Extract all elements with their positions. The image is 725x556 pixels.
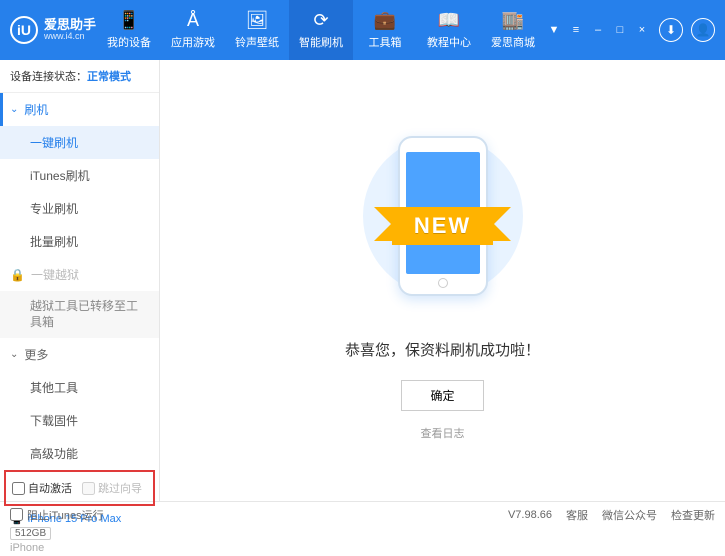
- minimize-icon[interactable]: –: [589, 21, 607, 39]
- sidebar-item-jailbreak: 🔒 一键越狱: [0, 258, 159, 291]
- lock-icon: 🔒: [10, 268, 25, 282]
- footer-link-update[interactable]: 检查更新: [671, 507, 715, 523]
- close-icon[interactable]: ×: [633, 21, 651, 39]
- apps-icon: Å: [187, 10, 199, 31]
- nav-tutorials[interactable]: 📖教程中心: [417, 0, 481, 60]
- chevron-down-icon: ⌄: [10, 104, 18, 115]
- app-header: iU 爱思助手 www.i4.cn 📱我的设备 Å应用游戏 🖼铃声壁纸 ⟳智能刷…: [0, 0, 725, 60]
- highlighted-options: 自动激活 跳过向导: [4, 470, 155, 506]
- section-more[interactable]: ⌄ 更多: [0, 338, 159, 371]
- nav-store[interactable]: 🏬爱思商城: [481, 0, 545, 60]
- book-icon: 📖: [438, 10, 460, 31]
- wallpaper-icon: 🖼: [246, 10, 269, 31]
- section-flash[interactable]: ⌄ 刷机: [0, 93, 159, 126]
- phone-icon: 📱: [118, 10, 140, 31]
- view-log-link[interactable]: 查看日志: [421, 425, 465, 441]
- sidebar: 设备连接状态：正常模式 ⌄ 刷机 一键刷机 iTunes刷机 专业刷机 批量刷机…: [0, 60, 160, 501]
- app-title: 爱思助手: [44, 18, 96, 32]
- user-icon[interactable]: 👤: [691, 18, 715, 42]
- sidebar-jailbreak-note: 越狱工具已转移至工具箱: [0, 291, 159, 338]
- sidebar-item-other-tools[interactable]: 其他工具: [0, 371, 159, 404]
- success-message: 恭喜您，保资料刷机成功啦！: [345, 339, 540, 360]
- window-controls: ▼ ≡ – □ × ⬇ 👤: [545, 18, 715, 42]
- device-status: 设备连接状态：正常模式: [0, 60, 159, 93]
- flash-icon: ⟳: [313, 10, 328, 31]
- chevron-down-icon: ⌄: [10, 349, 18, 360]
- toolbox-icon: 💼: [374, 10, 396, 31]
- app-url: www.i4.cn: [44, 32, 96, 42]
- footer-link-wechat[interactable]: 微信公众号: [602, 507, 657, 523]
- menu-icon[interactable]: ≡: [567, 21, 585, 39]
- logo: iU 爱思助手 www.i4.cn: [10, 16, 97, 44]
- sidebar-item-oneclick-flash[interactable]: 一键刷机: [0, 126, 159, 159]
- version-label: V7.98.66: [508, 509, 552, 521]
- sidebar-item-itunes-flash[interactable]: iTunes刷机: [0, 159, 159, 192]
- nav-flash[interactable]: ⟳智能刷机: [289, 0, 353, 60]
- maximize-icon[interactable]: □: [611, 21, 629, 39]
- download-icon[interactable]: ⬇: [659, 18, 683, 42]
- nav-my-device[interactable]: 📱我的设备: [97, 0, 161, 60]
- nav-apps[interactable]: Å应用游戏: [161, 0, 225, 60]
- sidebar-item-advanced[interactable]: 高级功能: [0, 437, 159, 470]
- device-model: iPhone: [10, 542, 149, 554]
- nav-ringtones[interactable]: 🖼铃声壁纸: [225, 0, 289, 60]
- ok-button[interactable]: 确定: [401, 380, 483, 411]
- nav-toolbox[interactable]: 💼工具箱: [353, 0, 417, 60]
- success-illustration: NEW: [368, 121, 518, 311]
- store-icon: 🏬: [502, 10, 524, 31]
- block-itunes-checkbox[interactable]: 阻止iTunes运行: [10, 507, 104, 523]
- sidebar-item-download-fw[interactable]: 下载固件: [0, 404, 159, 437]
- sidebar-item-batch-flash[interactable]: 批量刷机: [0, 225, 159, 258]
- logo-icon: iU: [10, 16, 38, 44]
- sidebar-item-pro-flash[interactable]: 专业刷机: [0, 192, 159, 225]
- main-content: NEW 恭喜您，保资料刷机成功啦！ 确定 查看日志: [160, 60, 725, 501]
- auto-activate-checkbox[interactable]: 自动激活: [12, 480, 72, 496]
- new-ribbon: NEW: [392, 207, 493, 245]
- footer-link-support[interactable]: 客服: [566, 507, 588, 523]
- skip-guide-checkbox[interactable]: 跳过向导: [82, 480, 142, 496]
- dropdown-icon[interactable]: ▼: [545, 21, 563, 39]
- top-nav: 📱我的设备 Å应用游戏 🖼铃声壁纸 ⟳智能刷机 💼工具箱 📖教程中心 🏬爱思商城: [97, 0, 545, 60]
- device-capacity: 512GB: [10, 527, 51, 540]
